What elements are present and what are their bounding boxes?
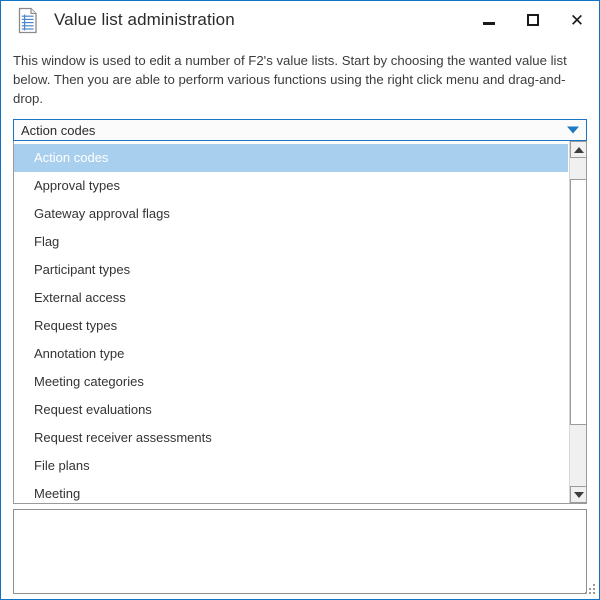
title-bar: Value list administration ✕	[1, 1, 599, 39]
list-item[interactable]: File plans	[14, 452, 569, 480]
dropdown-scrollbar[interactable]	[569, 141, 586, 503]
scroll-down-button[interactable]	[570, 486, 587, 503]
list-item[interactable]: Meeting categories	[14, 368, 569, 396]
combobox-selected-value: Action codes	[14, 123, 95, 138]
list-item[interactable]: Request types	[14, 312, 569, 340]
close-button[interactable]: ✕	[555, 1, 599, 39]
value-list-administration-window: Value list administration ✕ This window …	[0, 0, 600, 600]
list-item[interactable]: Annotation type	[14, 340, 569, 368]
maximize-button[interactable]	[511, 1, 555, 39]
minimize-button[interactable]	[467, 1, 511, 39]
arrow-down-icon	[574, 492, 584, 498]
value-list-document-icon	[15, 7, 39, 34]
value-list-options: Action codes Approval types Gateway appr…	[14, 141, 569, 503]
list-item[interactable]: Approval types	[14, 172, 569, 200]
description-text: This window is used to edit a number of …	[13, 51, 589, 108]
list-item[interactable]: Request evaluations	[14, 396, 569, 424]
list-item[interactable]: Action codes	[14, 144, 568, 172]
scroll-up-button[interactable]	[570, 141, 587, 158]
resize-grip[interactable]	[584, 584, 596, 596]
value-list-dropdown: Action codes Approval types Gateway appr…	[13, 141, 587, 504]
window-body: This window is used to edit a number of …	[1, 51, 599, 600]
list-item[interactable]: Flag	[14, 228, 569, 256]
value-list-combobox[interactable]: Action codes	[13, 119, 587, 141]
list-item[interactable]: External access	[14, 284, 569, 312]
value-list-detail-panel[interactable]	[13, 509, 587, 594]
minimize-icon	[483, 22, 495, 25]
list-item[interactable]: Meeting	[14, 480, 569, 503]
chevron-down-icon[interactable]	[567, 127, 579, 134]
arrow-up-icon	[574, 147, 584, 153]
window-controls: ✕	[467, 1, 599, 39]
scrollbar-thumb[interactable]	[570, 179, 587, 425]
window-title: Value list administration	[54, 10, 235, 30]
list-item[interactable]: Gateway approval flags	[14, 200, 569, 228]
list-item[interactable]: Participant types	[14, 256, 569, 284]
maximize-icon	[527, 14, 539, 26]
close-icon: ✕	[570, 12, 584, 29]
list-item[interactable]: Request receiver assessments	[14, 424, 569, 452]
